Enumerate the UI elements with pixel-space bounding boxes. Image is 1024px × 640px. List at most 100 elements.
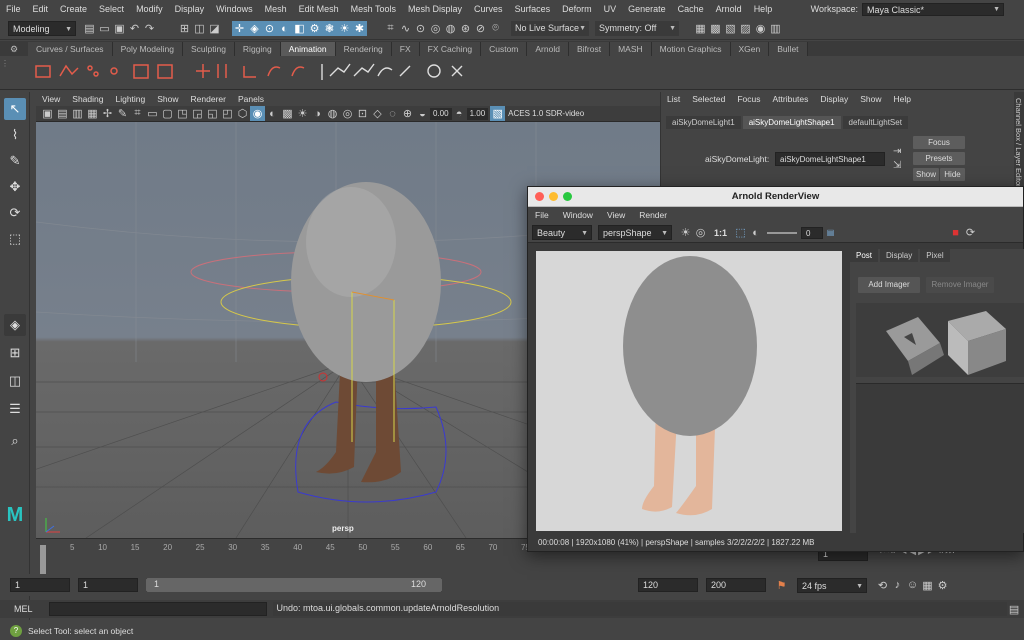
rv-menu-file[interactable]: File — [528, 210, 556, 220]
keyframe-icon[interactable] — [157, 64, 173, 79]
character-set-icon[interactable]: ☺ — [905, 578, 920, 593]
ratio-label[interactable]: 1:1 — [714, 228, 727, 238]
shelf-options-icon[interactable]: ⋮ — [0, 56, 10, 90]
sound-icon[interactable]: ♪ — [890, 578, 905, 593]
fps-dropdown[interactable]: 24 fps — [797, 577, 867, 594]
ao-icon[interactable]: ◍ — [325, 106, 340, 121]
workspace-dropdown[interactable]: Maya Classic* — [862, 2, 1004, 16]
node-name-field[interactable]: aiSkyDomeLightShape1 — [775, 152, 885, 166]
channel-menu-display[interactable]: Display — [814, 94, 854, 104]
grease-pencil-icon[interactable]: ✎ — [115, 106, 130, 121]
shadows-icon[interactable]: ◑ — [310, 106, 325, 121]
render-frame-icon[interactable]: ▩ — [708, 21, 723, 36]
tab-aiskydomelight1[interactable]: aiSkyDomeLight1 — [666, 116, 741, 129]
anim-prefs-icon[interactable]: ⚙ — [935, 578, 950, 593]
rv-menu-render[interactable]: Render — [632, 210, 674, 220]
gamma-field[interactable]: 1.00 — [466, 107, 489, 120]
viewport-menu-renderer[interactable]: Renderer — [185, 94, 232, 104]
undo-icon[interactable]: ↶ — [127, 21, 142, 36]
use-lights-icon[interactable]: ☀ — [295, 106, 310, 121]
select-object-icon[interactable]: ◫ — [192, 21, 207, 36]
menu-mesh-tools[interactable]: Mesh Tools — [345, 0, 402, 18]
mel-label[interactable]: MEL — [14, 604, 33, 614]
select-node-icon[interactable]: ⇥ — [893, 146, 901, 157]
motion-blur-icon[interactable]: ◎ — [340, 106, 355, 121]
auto-key-icon[interactable]: ⚑ — [774, 578, 789, 593]
menu-mesh-display[interactable]: Mesh Display — [402, 0, 468, 18]
render-settings-icon[interactable]: ▨ — [738, 21, 753, 36]
camera-dropdown[interactable]: perspShape — [598, 225, 672, 241]
two-view-icon[interactable]: ◫ — [4, 370, 26, 392]
show-button[interactable]: Show — [913, 168, 939, 181]
shelf-tab-animation[interactable]: Animation — [280, 42, 336, 56]
mask-joints-icon[interactable]: ⊙ — [262, 21, 277, 36]
constraint-icon[interactable] — [243, 66, 256, 78]
anim-end-field[interactable]: 200 — [706, 578, 766, 592]
viewport-menu-lighting[interactable]: Lighting — [109, 94, 151, 104]
select-hierarchy-icon[interactable]: ⊞ — [177, 21, 192, 36]
zoom-window-icon[interactable] — [563, 192, 572, 201]
mask-misc-icon[interactable]: ✱ — [352, 21, 367, 36]
camera-select-icon[interactable]: ▣ — [40, 106, 55, 121]
xray-icon[interactable]: ◌ — [385, 106, 400, 121]
viewport-menu-show[interactable]: Show — [151, 94, 184, 104]
shelf-tab-poly-modeling[interactable]: Poly Modeling — [112, 42, 183, 56]
symmetry-dropdown[interactable]: Symmetry: Off — [595, 21, 679, 36]
aov-dropdown[interactable]: Beauty — [532, 225, 592, 241]
menu-cache[interactable]: Cache — [672, 0, 710, 18]
colorspace-label[interactable]: ACES 1.0 SDR-video — [505, 107, 586, 120]
four-view-icon[interactable]: ⊞ — [4, 342, 26, 364]
channel-menu-list[interactable]: List — [661, 94, 686, 104]
menu-windows[interactable]: Windows — [210, 0, 259, 18]
save-scene-icon[interactable]: ▣ — [112, 21, 127, 36]
playback-end-field[interactable]: 120 — [638, 578, 698, 592]
path-anim-icon[interactable] — [291, 66, 305, 77]
snap-magnet-icon[interactable]: ⊘ — [473, 21, 488, 36]
menu-modify[interactable]: Modify — [130, 0, 169, 18]
shelf-tab-motion-graphics[interactable]: Motion Graphics — [651, 42, 731, 56]
folder-icon[interactable]: ▤ — [82, 21, 97, 36]
mask-dynamics-icon[interactable]: ❃ — [322, 21, 337, 36]
ipr-icon[interactable]: ▧ — [723, 21, 738, 36]
search-icon[interactable]: ⌕ — [4, 430, 26, 452]
shelf-tab-fx[interactable]: FX — [391, 42, 420, 56]
move-tool-icon[interactable]: ✥ — [4, 176, 26, 198]
select-component-icon[interactable]: ◪ — [207, 21, 222, 36]
menu-select[interactable]: Select — [93, 0, 130, 18]
shelf-tab-fx-caching[interactable]: FX Caching — [419, 42, 482, 56]
snap-grid-icon[interactable]: ⌗ — [383, 21, 398, 36]
snap-curve-icon[interactable]: ∿ — [398, 21, 413, 36]
motion-path-icon[interactable] — [267, 66, 281, 77]
redo-icon[interactable]: ↷ — [142, 21, 157, 36]
viewport-menu-shading[interactable]: Shading — [66, 94, 109, 104]
time-editor-icon[interactable] — [133, 64, 149, 79]
range-slider-track[interactable]: 1 120 — [146, 578, 442, 592]
shelf-tab-xgen[interactable]: XGen — [730, 42, 770, 56]
open-scene-icon[interactable]: ▭ — [97, 21, 112, 36]
close-window-icon[interactable] — [535, 192, 544, 201]
menu-mesh[interactable]: Mesh — [259, 0, 293, 18]
trax-icon[interactable] — [110, 67, 118, 75]
image-plane-icon[interactable]: ▦ — [85, 106, 100, 121]
viewport-menu-view[interactable]: View — [36, 94, 66, 104]
log-icon[interactable]: ▤ — [823, 225, 838, 240]
shelf-tab-bullet[interactable]: Bullet — [769, 42, 808, 56]
menu-edit-mesh[interactable]: Edit Mesh — [293, 0, 345, 18]
color-management-icon[interactable]: ▧ — [490, 106, 506, 121]
safe-title-icon[interactable]: ◰ — [220, 106, 235, 121]
hypershade-icon[interactable]: ◉ — [753, 21, 768, 36]
menu-set-dropdown[interactable]: Modeling — [8, 21, 76, 37]
script-editor-icon[interactable]: ▤ — [1007, 602, 1022, 617]
mask-surfaces-icon[interactable]: ◧ — [292, 21, 307, 36]
graph-editor-icon[interactable] — [59, 64, 79, 77]
twod-pan-icon[interactable]: ✢ — [100, 106, 115, 121]
gate-mask-icon[interactable]: ◳ — [175, 106, 190, 121]
current-time-marker[interactable] — [40, 545, 46, 575]
renderview-titlebar[interactable]: Arnold RenderView — [528, 187, 1023, 207]
mask-handles-icon[interactable]: ◈ — [247, 21, 262, 36]
menu-display[interactable]: Display — [169, 0, 211, 18]
shelf-tab-mash[interactable]: MASH — [610, 42, 652, 56]
aa-icon[interactable]: ⊡ — [355, 106, 370, 121]
outliner-layout-icon[interactable]: ☰ — [4, 398, 26, 420]
bookmark-icon[interactable]: ▥ — [70, 106, 85, 121]
